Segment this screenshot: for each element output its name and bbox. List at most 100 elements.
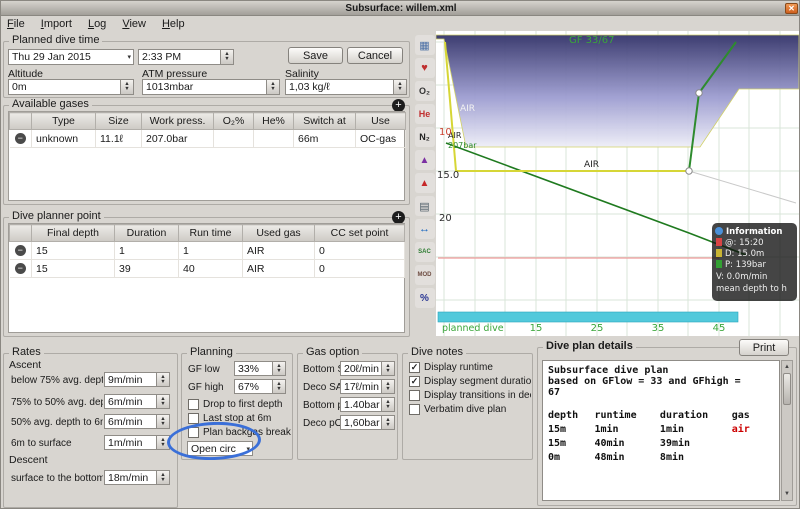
- info-icon: [715, 227, 723, 235]
- deco-sac-field[interactable]: 17ℓ/min ▲ ▼: [340, 379, 395, 394]
- gf-low-label: GF low: [188, 364, 220, 375]
- gases-header-row: Type Size Work press. O₂% He% Switch at …: [9, 112, 406, 130]
- spinner-arrows[interactable]: ▲ ▼: [220, 50, 233, 64]
- spinner-arrows[interactable]: ▲ ▼: [156, 373, 169, 386]
- ascent-rate-3-field[interactable]: 6m/min ▲ ▼: [104, 414, 170, 429]
- profile-handle[interactable]: [695, 89, 703, 97]
- ascent-rate-4-field[interactable]: 1m/min ▲ ▼: [104, 435, 170, 450]
- plan-table: depth runtime duration gas 15m 1min 1min…: [548, 408, 774, 464]
- bottom-sac-field[interactable]: 20ℓ/min ▲ ▼: [340, 361, 395, 376]
- mod-icon[interactable]: MOD: [414, 265, 435, 285]
- menu-view[interactable]: View: [122, 18, 146, 30]
- title-bar[interactable]: Subsurface: willem.xml ✕: [1, 1, 799, 16]
- plan-basis-2: 67: [548, 387, 561, 398]
- spinner-arrows[interactable]: ▲ ▼: [156, 471, 169, 484]
- checkbox-box[interactable]: ✓: [409, 362, 420, 373]
- verbatim-dive-plan-checkbox[interactable]: Verbatim dive plan: [409, 404, 531, 415]
- menu-file[interactable]: File: [7, 18, 25, 30]
- dc-ceiling-icon[interactable]: ▲: [414, 150, 435, 170]
- group-title: Dive notes: [408, 346, 466, 358]
- deco-po2-field[interactable]: 1,60bar ▲ ▼: [340, 415, 395, 430]
- plan-scrollbar[interactable]: ▲ ▼: [781, 360, 793, 501]
- depth-tick-15: 15.0: [437, 170, 459, 181]
- spinner-arrows[interactable]: ▲ ▼: [156, 436, 169, 449]
- last-stop-6m-checkbox[interactable]: Last stop at 6m: [188, 413, 291, 424]
- spinner-arrows[interactable]: ▲ ▼: [272, 380, 285, 393]
- descent-rate-field[interactable]: 18m/min ▲ ▼: [104, 470, 170, 485]
- pn2-icon[interactable]: N₂: [414, 127, 435, 147]
- display-segment-duration-checkbox[interactable]: ✓ Display segment duration: [409, 376, 531, 387]
- scroll-up-icon[interactable]: ▲: [782, 362, 792, 372]
- heart-rate-icon[interactable]: ♥: [414, 58, 435, 78]
- salinity-field[interactable]: 1,03 kg/ℓ ▲ ▼: [285, 79, 407, 95]
- time-tick-35: 35: [652, 323, 665, 334]
- spinner-arrows[interactable]: ▲ ▼: [266, 80, 279, 94]
- plan-backgas-breaks-checkbox[interactable]: Plan backgas breaks: [188, 427, 291, 438]
- po2-icon[interactable]: O₂: [414, 81, 435, 101]
- spinner-arrows[interactable]: ▲ ▼: [272, 362, 285, 375]
- photos-icon[interactable]: ▦: [414, 35, 435, 55]
- dive-date-picker[interactable]: Thu 29 Jan 2015 ▾: [8, 49, 134, 65]
- planner-point-row[interactable]: − 15 1 1 AIR 0: [9, 241, 405, 260]
- group-title: Planning: [187, 346, 236, 358]
- spinner-arrows[interactable]: ▲ ▼: [393, 80, 406, 94]
- close-icon[interactable]: ✕: [785, 3, 798, 14]
- ascent-rate-2-field[interactable]: 6m/min ▲ ▼: [104, 394, 170, 409]
- info-time: @: 15:20: [725, 238, 764, 248]
- checkbox-box[interactable]: [409, 390, 420, 401]
- tissues-icon[interactable]: ▤: [414, 196, 435, 216]
- calc-ceiling-icon[interactable]: ▲: [414, 173, 435, 193]
- phe-icon[interactable]: He: [414, 104, 435, 124]
- menu-log[interactable]: Log: [88, 18, 106, 30]
- menu-import[interactable]: Import: [41, 18, 72, 30]
- air-label-bottom: AIR: [584, 160, 599, 170]
- ndl-icon[interactable]: %: [414, 288, 435, 308]
- checkbox-box[interactable]: [188, 427, 199, 438]
- gf-low-field[interactable]: 33% ▲ ▼: [234, 361, 286, 376]
- scrollbar-thumb[interactable]: [783, 373, 791, 405]
- save-button[interactable]: Save: [288, 47, 343, 64]
- checkbox-box[interactable]: [409, 404, 420, 415]
- planner-point-row[interactable]: − 15 39 40 AIR 0: [9, 259, 405, 278]
- cancel-button[interactable]: Cancel: [347, 47, 403, 64]
- ruler-icon[interactable]: ↔: [414, 219, 435, 239]
- gf-high-label: GF high: [188, 382, 224, 393]
- dive-profile-chart[interactable]: GF 33/67 AIR AIR 207bar AIR 10 15.0 20 p…: [436, 31, 799, 336]
- spinner-arrows[interactable]: ▲ ▼: [381, 416, 394, 429]
- display-transitions-checkbox[interactable]: Display transitions in dec: [409, 390, 531, 401]
- checkbox-box[interactable]: [188, 399, 199, 410]
- remove-point-icon[interactable]: −: [14, 245, 26, 256]
- remove-gas-icon[interactable]: −: [14, 133, 26, 144]
- ascent-rate-1-field[interactable]: 9m/min ▲ ▼: [104, 372, 170, 387]
- spinner-arrows[interactable]: ▲ ▼: [156, 395, 169, 408]
- sac-icon[interactable]: SAC: [414, 242, 435, 262]
- time-tick-45: 45: [713, 323, 726, 334]
- checkbox-box[interactable]: ✓: [409, 376, 420, 387]
- gas-row[interactable]: − unknown 11.1ℓ 207.0bar 66m OC-gas: [9, 129, 406, 148]
- remove-point-icon[interactable]: −: [14, 263, 26, 274]
- spinner-arrows[interactable]: ▲ ▼: [120, 80, 133, 94]
- gf-high-field[interactable]: 67% ▲ ▼: [234, 379, 286, 394]
- dive-mode-dropdown[interactable]: Open circ ▾: [187, 441, 253, 456]
- print-button[interactable]: Print: [739, 339, 789, 356]
- display-runtime-checkbox[interactable]: ✓ Display runtime: [409, 362, 531, 373]
- spinner-arrows[interactable]: ▲ ▼: [381, 380, 394, 393]
- spinner-arrows[interactable]: ▲ ▼: [156, 415, 169, 428]
- scroll-down-icon[interactable]: ▼: [782, 489, 792, 499]
- dive-time-spinner[interactable]: 2:33 PM ▲ ▼: [138, 49, 234, 65]
- profile-handle[interactable]: [685, 167, 693, 175]
- group-title: Dive planner point: [9, 210, 104, 222]
- dive-plan-text[interactable]: Subsurface dive plan based on GFlow = 33…: [542, 360, 780, 501]
- group-dive-plan-details: Dive plan details Print Subsurface dive …: [537, 339, 797, 506]
- menu-help[interactable]: Help: [162, 18, 185, 30]
- drop-to-first-depth-checkbox[interactable]: Drop to first depth: [188, 399, 291, 410]
- spinner-arrows[interactable]: ▲ ▼: [381, 398, 394, 411]
- info-tooltip: Information @: 15:20 D: 15.0m P: 139bar …: [712, 223, 797, 301]
- checkbox-box[interactable]: [188, 413, 199, 424]
- atm-pressure-field[interactable]: 1013mbar ▲ ▼: [142, 79, 280, 95]
- time-tick-15: 15: [530, 323, 543, 334]
- spinner-arrows[interactable]: ▲ ▼: [381, 362, 394, 375]
- bottom-po2-field[interactable]: 1.40bar ▲ ▼: [340, 397, 395, 412]
- altitude-field[interactable]: 0m ▲ ▼: [8, 79, 134, 95]
- descent-label: Descent: [9, 454, 48, 466]
